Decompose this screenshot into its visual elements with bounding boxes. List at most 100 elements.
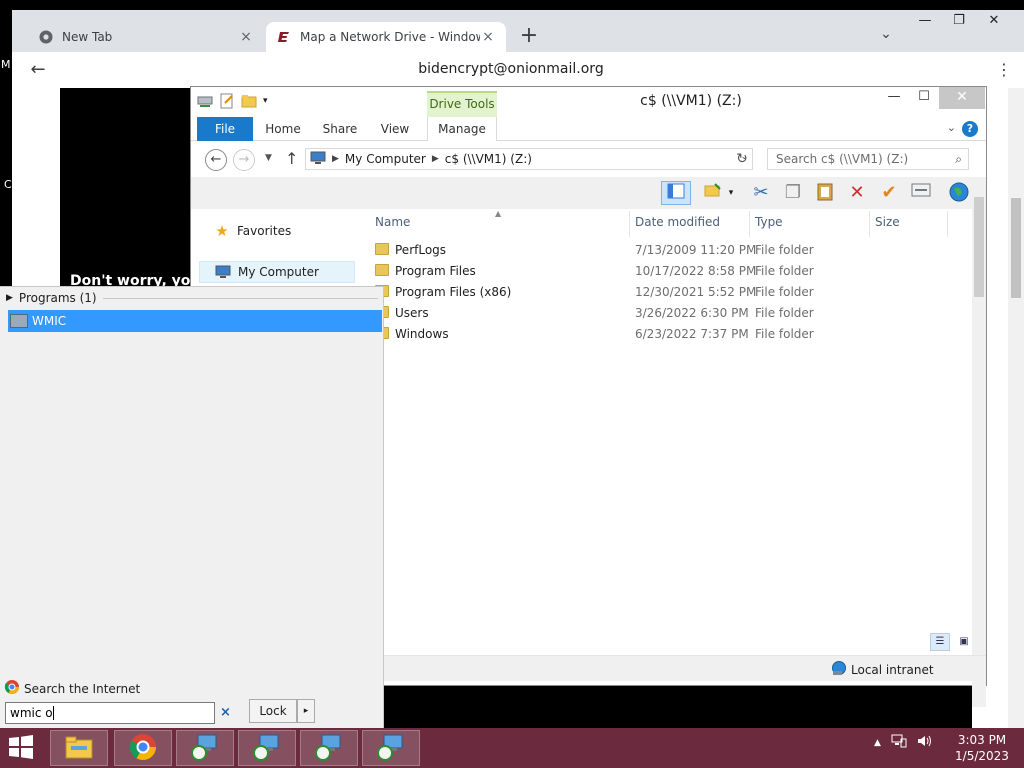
explorer-address-bar[interactable]: ▶ My Computer ▶ c$ (\\VM1) (Z:) ⌄	[305, 148, 753, 170]
nav-favorites-label: Favorites	[237, 224, 292, 238]
delete-icon[interactable]: ✕	[845, 181, 869, 205]
page-scrollbar[interactable]	[1008, 88, 1024, 728]
qat-dropdown-icon[interactable]: ▾	[263, 96, 268, 106]
column-divider[interactable]	[749, 211, 750, 237]
tab-close-icon[interactable]: ×	[480, 29, 496, 45]
help-icon[interactable]: ?	[962, 121, 978, 137]
details-view-icon[interactable]: ☰	[930, 633, 950, 651]
tab-view[interactable]: View	[371, 117, 419, 141]
new-tab-button[interactable]: +	[516, 24, 542, 50]
remote-desktop-icon	[314, 733, 344, 764]
recent-locations-chevron-icon[interactable]: ▼	[265, 153, 272, 163]
explorer-search-input[interactable]: Search c$ (\\VM1) (Z:) ⌕	[767, 148, 969, 170]
explorer-minimize-button[interactable]: —	[879, 87, 909, 109]
tab-file[interactable]: File	[197, 117, 253, 141]
tab-close-icon[interactable]: ×	[238, 29, 254, 45]
file-date: 10/17/2022 8:58 PM	[635, 264, 757, 278]
new-folder-icon[interactable]	[241, 93, 257, 109]
file-row[interactable]: Program Files 10/17/2022 8:58 PM File fo…	[367, 261, 947, 282]
edge-letter: C	[4, 178, 12, 191]
tab-home[interactable]: Home	[259, 117, 307, 141]
back-button[interactable]: ←	[26, 60, 50, 82]
show-hidden-icons-chevron-icon[interactable]: ▲	[874, 738, 881, 748]
search-icon[interactable]: ⌕	[955, 149, 962, 169]
wmic-app-icon	[10, 314, 28, 328]
network-drive-icon[interactable]	[197, 93, 213, 109]
lock-button[interactable]: Lock	[249, 699, 297, 723]
address-bar[interactable]: bidencrypt@onionmail.org	[50, 54, 972, 84]
column-divider[interactable]	[629, 211, 630, 237]
power-options-arrow-button[interactable]: ▸	[297, 699, 315, 723]
tab-map-network-drive[interactable]: Map a Network Drive - Windows ×	[266, 22, 506, 52]
rename-check-icon[interactable]: ✔	[877, 181, 901, 205]
file-row[interactable]: Users 3/26/2022 6:30 PM File folder	[367, 303, 947, 324]
nav-favorites[interactable]: ★ Favorites	[213, 222, 292, 240]
windows-start-button[interactable]	[6, 734, 40, 762]
folder-icon	[375, 243, 389, 255]
tab-manage[interactable]: Manage	[427, 117, 497, 141]
breadcrumb-current-drive[interactable]: c$ (\\VM1) (Z:)	[445, 152, 532, 166]
up-arrow-icon[interactable]: ↑	[285, 149, 298, 168]
column-header-size[interactable]: Size	[875, 215, 900, 229]
taskbar-remote-desktop-1[interactable]	[176, 730, 234, 766]
start-search-input[interactable]: wmic o	[5, 702, 215, 724]
back-arrow-icon[interactable]: ←	[205, 149, 227, 171]
column-header-name[interactable]: Name	[375, 215, 410, 229]
nav-my-computer[interactable]: My Computer	[199, 261, 355, 283]
globe-icon[interactable]	[947, 181, 971, 205]
scrollbar-thumb[interactable]	[974, 197, 984, 297]
computer-icon	[310, 151, 326, 168]
file-date: 3/26/2022 6:30 PM	[635, 306, 749, 320]
folder-icon	[375, 264, 389, 276]
refresh-icon[interactable]: ↻	[731, 148, 753, 170]
taskbar-clock[interactable]: 3:03 PM 1/5/2023	[950, 732, 1014, 764]
column-divider[interactable]	[869, 211, 870, 237]
clear-search-icon[interactable]: ×	[220, 705, 231, 720]
file-row[interactable]: Program Files (x86) 12/30/2021 5:52 PM F…	[367, 282, 947, 303]
taskbar-file-explorer[interactable]	[50, 730, 108, 766]
tab-search-chevron-icon[interactable]: ⌄	[876, 26, 896, 46]
ribbon-expand-chevron-icon[interactable]: ⌄	[947, 121, 956, 134]
scrollbar-thumb[interactable]	[1011, 198, 1021, 298]
file-explorer-icon	[64, 734, 94, 763]
explorer-maximize-button[interactable]: ☐	[909, 87, 939, 109]
maximize-button[interactable]: ❐	[942, 10, 976, 34]
volume-icon[interactable]	[917, 734, 933, 751]
programs-group-header[interactable]: ▶ Programs (1)	[6, 291, 378, 305]
cut-icon[interactable]: ✂	[749, 181, 773, 205]
column-header-type[interactable]: Type	[755, 215, 783, 229]
properties-window-icon[interactable]	[909, 181, 933, 205]
tab-new-tab[interactable]: New Tab ×	[28, 22, 264, 52]
explorer-scrollbar[interactable]	[972, 187, 986, 707]
paste-icon[interactable]	[813, 181, 837, 205]
properties-icon[interactable]	[219, 93, 235, 109]
breadcrumb-my-computer[interactable]: My Computer	[345, 152, 426, 166]
ribbon-tabs: File Home Share View Manage ⌄ ?	[191, 117, 986, 141]
file-row[interactable]: Windows 6/23/2022 7:37 PM File folder	[367, 324, 947, 345]
taskbar-chrome[interactable]	[114, 730, 172, 766]
file-row[interactable]: PerfLogs 7/13/2009 11:20 PM File folder	[367, 240, 947, 261]
taskbar-remote-desktop-2[interactable]	[238, 730, 296, 766]
large-icons-view-icon[interactable]: ▣	[954, 633, 974, 651]
column-divider[interactable]	[947, 211, 948, 237]
taskbar-remote-desktop-4[interactable]	[362, 730, 420, 766]
taskbar-remote-desktop-3[interactable]	[300, 730, 358, 766]
search-the-internet-link[interactable]: Search the Internet	[4, 679, 140, 698]
folder-options-dropdown-icon[interactable]: ▾	[725, 181, 737, 205]
breadcrumb-separator-icon: ▶	[431, 154, 439, 164]
forward-arrow-icon[interactable]: →	[233, 149, 255, 171]
copy-icon[interactable]: ❐	[781, 181, 805, 205]
minimize-button[interactable]: —	[908, 10, 942, 34]
explorer-close-button[interactable]: ✕	[939, 87, 985, 109]
network-icon[interactable]	[891, 734, 907, 751]
chrome-menu-icon[interactable]: ⋮	[996, 62, 1012, 80]
search-result-wmic[interactable]: WMIC	[8, 310, 382, 332]
tab-share[interactable]: Share	[315, 117, 365, 141]
close-button[interactable]: ✕	[976, 10, 1012, 34]
folder-options-icon[interactable]	[701, 181, 725, 205]
explorer-command-toolbar: ▾ ✂ ❐ ✕ ✔	[191, 177, 986, 209]
column-header-date-modified[interactable]: Date modified	[635, 215, 720, 229]
remote-desktop-icon	[190, 733, 220, 764]
preview-pane-icon[interactable]	[661, 181, 691, 205]
file-type: File folder	[755, 327, 814, 341]
